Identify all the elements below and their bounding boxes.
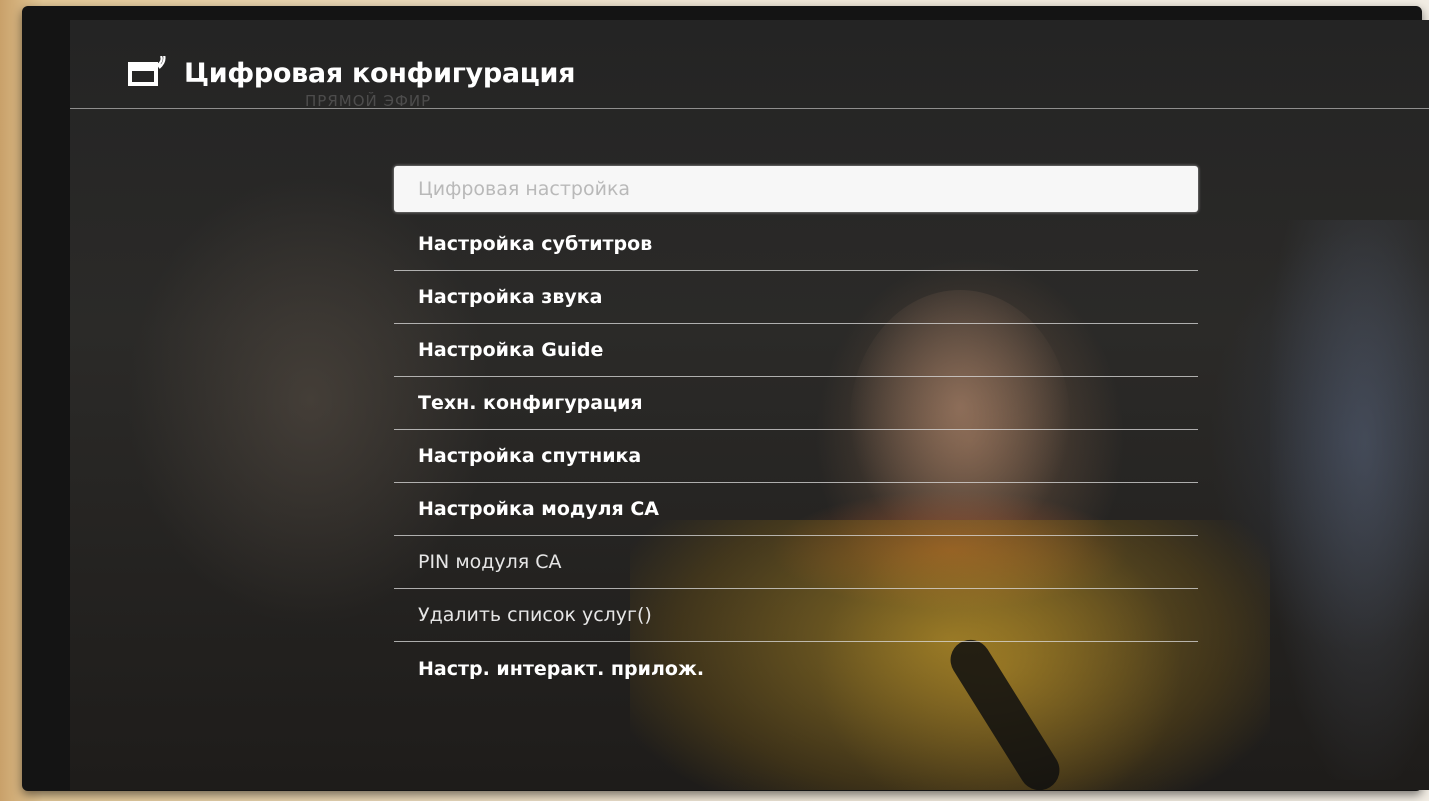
menu-item-digital-tuning[interactable]: Цифровая настройка bbox=[394, 166, 1198, 212]
tv-screen: Цифровая конфигурация ПРЯМОЙ ЭФИР Цифров… bbox=[70, 20, 1429, 790]
menu-item-satellite-settings[interactable]: Настройка спутника bbox=[394, 430, 1198, 483]
menu-item-technical-config[interactable]: Техн. конфигурация bbox=[394, 377, 1198, 430]
tv-bezel: Цифровая конфигурация ПРЯМОЙ ЭФИР Цифров… bbox=[22, 6, 1429, 791]
header-divider bbox=[70, 108, 1429, 109]
menu-header: Цифровая конфигурация bbox=[128, 54, 576, 90]
menu-item-interactive-app-settings[interactable]: Настр. интеракт. прилож. bbox=[394, 642, 1198, 695]
settings-menu: Цифровая настройка Настройка субтитров Н… bbox=[394, 166, 1198, 695]
background-video-figure bbox=[1270, 220, 1429, 780]
menu-item-audio-settings[interactable]: Настройка звука bbox=[394, 271, 1198, 324]
menu-item-ca-module-pin[interactable]: PIN модуля CA bbox=[394, 536, 1198, 589]
menu-item-delete-service-list[interactable]: Удалить список услуг() bbox=[394, 589, 1198, 642]
menu-item-ca-module-settings[interactable]: Настройка модуля CA bbox=[394, 483, 1198, 536]
menu-item-guide-settings[interactable]: Настройка Guide bbox=[394, 324, 1198, 377]
page-title: Цифровая конфигурация bbox=[184, 57, 576, 89]
tv-settings-icon bbox=[128, 54, 168, 90]
menu-item-subtitle-settings[interactable]: Настройка субтитров bbox=[394, 218, 1198, 271]
